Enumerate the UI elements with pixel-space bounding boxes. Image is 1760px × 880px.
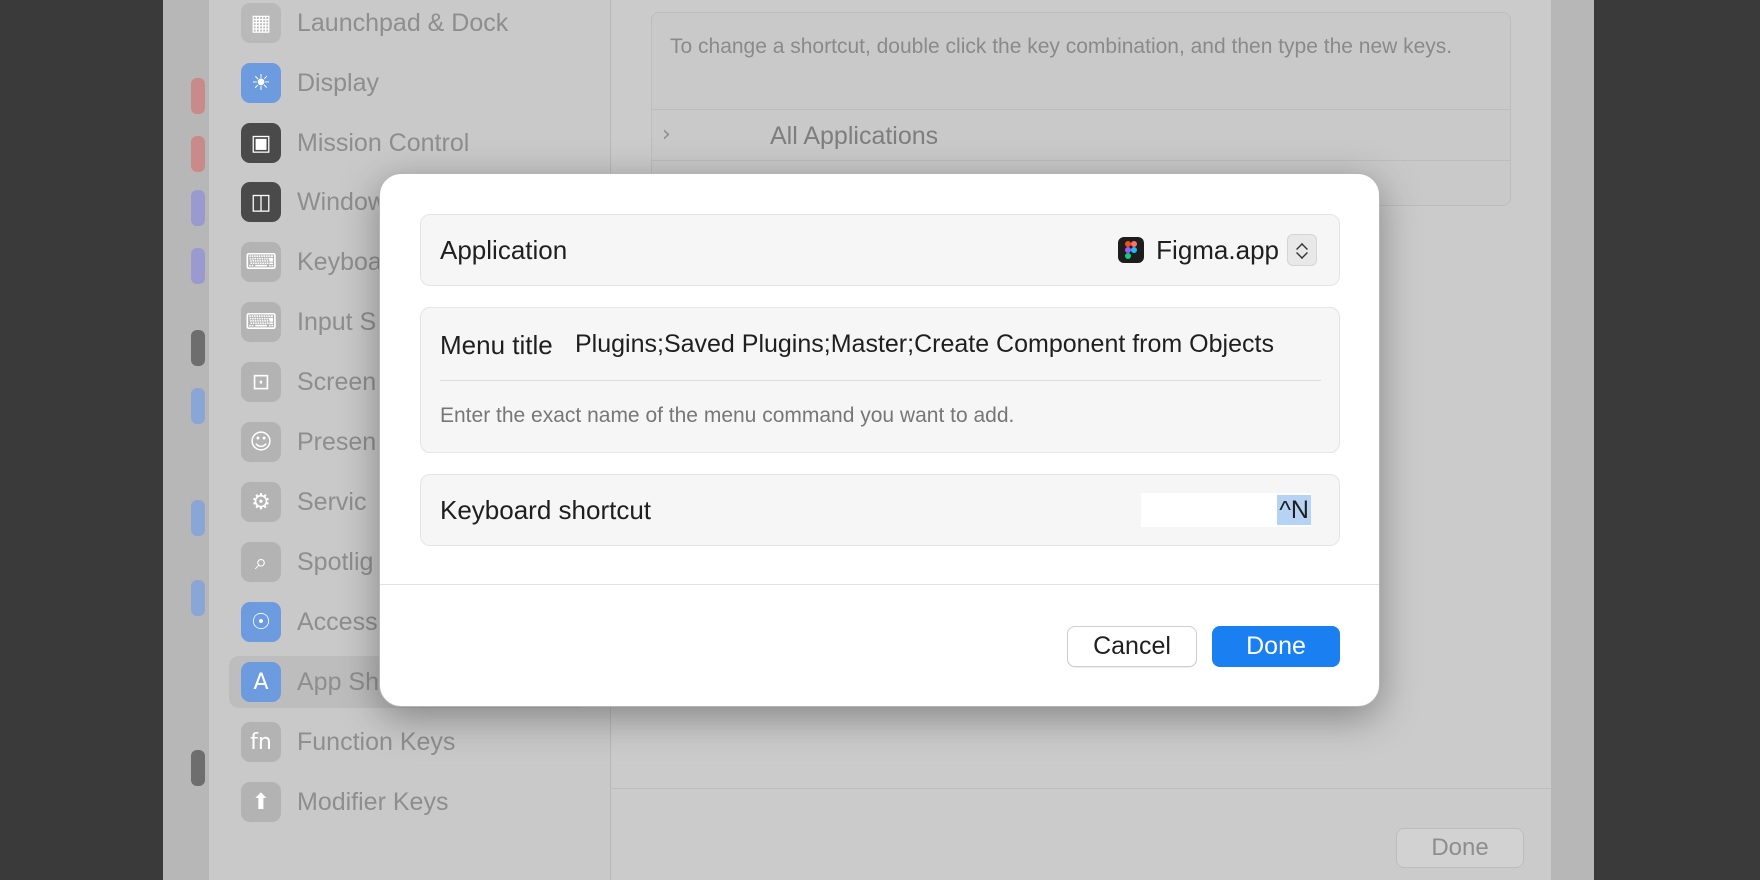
- sidebar-item-label: Access: [297, 607, 378, 636]
- gears-icon: ⚙: [241, 482, 281, 522]
- sidebar-item-label: Servic: [297, 487, 367, 516]
- cancel-button[interactable]: Cancel: [1067, 626, 1197, 667]
- sidebar-item-label: Window: [297, 187, 386, 216]
- menu-title-input[interactable]: [575, 324, 1321, 364]
- application-select[interactable]: Figma.app: [1118, 232, 1317, 268]
- arrow-up-icon: ⬆: [241, 782, 281, 822]
- peek-icon: [191, 136, 205, 172]
- screenshot-icon: ⊡: [241, 362, 281, 402]
- keyboard-shortcut-value: ^N: [1277, 495, 1311, 525]
- sidebar-item-function-keys[interactable]: fn Function Keys: [229, 716, 589, 768]
- sidebar-item-label: Input S: [297, 307, 377, 336]
- keyboard-shortcut-field[interactable]: ^N: [1141, 493, 1311, 527]
- divider: [380, 584, 1379, 585]
- info-text: To change a shortcut, double click the k…: [670, 35, 1453, 58]
- keyboard-icon: ⌨: [241, 242, 281, 282]
- sidebar-item-label: Launchpad & Dock: [297, 8, 509, 37]
- sidebar-item-label: Display: [297, 68, 379, 97]
- sidebar-item-label: Mission Control: [297, 128, 470, 157]
- application-label: Application: [440, 235, 568, 265]
- sidebar-item-label: Modifier Keys: [297, 787, 449, 816]
- sidebar-item-label: Keyboa: [297, 247, 382, 276]
- keyboard-icon: ⌨: [241, 302, 281, 342]
- sidebar-item-launchpad[interactable]: ▦ Launchpad & Dock: [229, 0, 589, 49]
- sidebar-item-label: App Sh: [297, 667, 380, 696]
- peek-icon: [191, 750, 205, 786]
- peek-icon: [191, 78, 205, 114]
- fn-icon: fn: [241, 722, 281, 762]
- peek-icon: [191, 500, 205, 536]
- application-row: Application Figma.app: [420, 214, 1340, 286]
- peek-icon: [191, 580, 205, 616]
- sidebar-item-modifier-keys[interactable]: ⬆ Modifier Keys: [229, 776, 589, 828]
- done-button[interactable]: Done: [1212, 626, 1340, 667]
- sidebar-item-label: Presen: [297, 427, 377, 456]
- add-shortcut-dialog: Application Figma.app Menu title Enter t…: [379, 173, 1380, 707]
- keyboard-shortcut-label: Keyboard shortcut: [440, 495, 652, 525]
- peek-icon: [191, 248, 205, 284]
- presenter-icon: ☺: [241, 422, 281, 462]
- sidebar-item-label: Spotlig: [297, 547, 374, 576]
- menu-title-label: Menu title: [440, 330, 553, 360]
- peek-icon: [191, 388, 205, 424]
- figma-icon: [1118, 237, 1145, 263]
- accessibility-icon: ☉: [241, 602, 281, 642]
- keyboard-shortcut-row: Keyboard shortcut ^N: [420, 474, 1340, 546]
- menu-title-hint: Enter the exact name of the menu command…: [440, 404, 1015, 427]
- sidebar-item-label: Screen: [297, 367, 377, 396]
- sidebar-item-label: Function Keys: [297, 727, 456, 756]
- divider: [440, 380, 1321, 381]
- menu-title-row: Menu title Enter the exact name of the m…: [420, 307, 1340, 453]
- magnifier-icon: ⌕: [241, 542, 281, 582]
- window-icon: ◫: [241, 182, 281, 222]
- application-value: Figma.app: [1156, 234, 1279, 265]
- sun-icon: ☀: [241, 63, 281, 103]
- app-store-icon: A: [241, 662, 281, 702]
- chevron-up-down-icon[interactable]: [1287, 234, 1317, 266]
- all-applications-label: All Applications: [770, 122, 939, 150]
- all-applications-row[interactable]: › All Applications: [652, 109, 1510, 161]
- peek-icon: [191, 330, 205, 366]
- mission-control-icon: ▣: [241, 123, 281, 163]
- sidebar-item-display[interactable]: ☀ Display: [229, 57, 589, 109]
- chevron-right-icon[interactable]: ›: [662, 122, 671, 147]
- sidebar-item-mission-control[interactable]: ▣ Mission Control: [229, 117, 589, 169]
- peek-icon: [191, 190, 205, 226]
- settings-done-button[interactable]: Done: [1396, 828, 1524, 868]
- launchpad-icon: ▦: [241, 3, 281, 43]
